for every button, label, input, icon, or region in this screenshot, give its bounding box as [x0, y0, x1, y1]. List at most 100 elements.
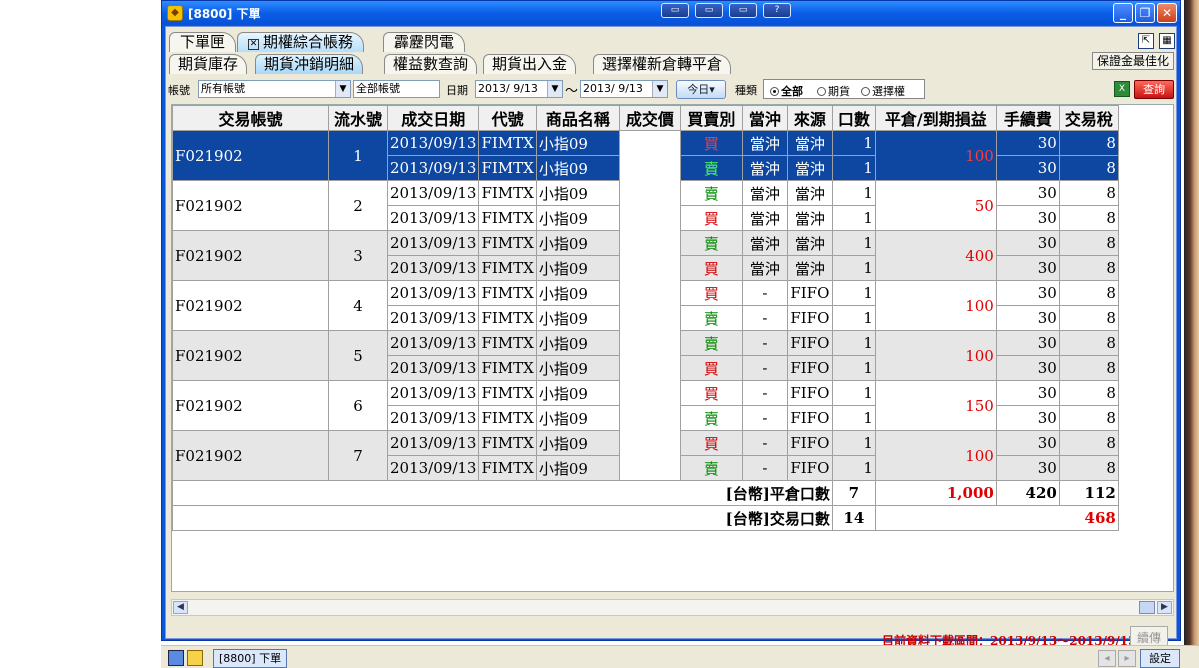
source-cell: 當沖 — [786, 230, 833, 256]
buy-sell-cell: 買 — [679, 355, 743, 381]
grid-table: 交易帳號 流水號 成交日期 代號 商品名稱 成交價 買賣別 當沖 來源 口數 平倉/到期損益 手續費交… — [172, 105, 1119, 531]
trade-date-cell: 2013/09/13 — [386, 455, 480, 481]
column-header[interactable]: 商品名稱 — [535, 105, 620, 131]
taskbar-next-button[interactable]: ▸ — [1118, 650, 1136, 667]
close-button[interactable]: ✕ — [1157, 3, 1177, 23]
layout-1-icon[interactable]: ▭ — [661, 3, 689, 18]
minimize-button[interactable]: _ — [1113, 3, 1133, 23]
layout-2-icon[interactable]: ▭ — [695, 3, 723, 18]
column-header[interactable]: 平倉/到期損益 — [874, 105, 997, 131]
qty-cell: 1 — [831, 380, 876, 406]
scroll-right-icon[interactable]: ▶ — [1157, 601, 1172, 614]
table-row[interactable]: F021902 1 2013/09/13 FIMTX 小指09 買當沖 當沖 1 100 30 8 — [172, 130, 1119, 481]
close-summary-label: [台幣]平倉口數 — [172, 480, 833, 506]
column-header[interactable]: 流水號 — [328, 105, 388, 131]
qty-cell: 1 — [831, 455, 876, 481]
close-pnl-cell: 400 — [874, 230, 997, 281]
maximize-button[interactable]: ❐ — [1135, 3, 1155, 23]
margin-optimize-button[interactable]: 保證金最佳化 — [1091, 52, 1174, 70]
tab-lightning[interactable]: 霹靂閃電 — [383, 32, 466, 52]
settings-button[interactable]: 設定 — [1140, 649, 1180, 668]
tab-label: 期權綜合帳務 — [263, 33, 354, 51]
excel-export-icon[interactable]: X — [1114, 81, 1130, 97]
account-select[interactable]: 所有帳號 ▼ — [198, 80, 351, 98]
symbol-cell: FIMTX — [478, 305, 537, 331]
buy-sell-cell: 賣 — [679, 330, 743, 356]
fee-cell: 30 — [995, 155, 1060, 181]
buy-sell-cell: 賣 — [679, 305, 743, 331]
chevron-down-icon[interactable]: ▼ — [335, 81, 350, 97]
help-icon[interactable]: ? — [763, 3, 791, 18]
date-to-picker[interactable]: 2013/ 9/13 ▼ — [580, 80, 668, 98]
column-header[interactable]: 代號 — [478, 105, 537, 131]
background-photo-edge — [1184, 0, 1199, 645]
split-panel-icon[interactable]: ▦ — [1159, 33, 1175, 49]
product-name-cell: 小指09 — [535, 230, 620, 256]
scroll-left-icon[interactable]: ◀ — [173, 601, 188, 614]
symbol-cell: FIMTX — [478, 130, 537, 156]
column-header[interactable]: 當沖 — [741, 105, 788, 131]
trade-date-cell: 2013/09/13 — [386, 155, 480, 181]
date-from-picker[interactable]: 2013/ 9/13 ▼ — [475, 80, 563, 98]
window-list-icon[interactable] — [168, 650, 184, 666]
horizontal-scrollbar[interactable]: ◀ ▶ — [171, 599, 1174, 616]
close-summary-qty: 7 — [831, 480, 876, 506]
source-cell: 當沖 — [786, 180, 833, 206]
seq-cell: 7 — [328, 430, 388, 481]
tab-order-box[interactable]: 下單匣 — [169, 32, 237, 52]
type-radio-futures[interactable]: 期貨 — [817, 83, 850, 99]
seq-cell: 1 — [328, 130, 388, 181]
product-name-cell: 小指09 — [535, 430, 620, 456]
title-bar[interactable]: ◆ [8800] 下單 ▭ ▭ ▭ ? _ ❐ ✕ — [162, 1, 1180, 25]
tab-account-summary[interactable]: ✕ 期權綜合帳務 — [237, 32, 365, 52]
type-radio-all[interactable]: 全部 — [770, 83, 803, 99]
type-radio-options[interactable]: 選擇權 — [861, 83, 905, 99]
seq-cell: 4 — [328, 280, 388, 331]
qty-cell: 1 — [831, 205, 876, 231]
column-header[interactable]: 口數 — [831, 105, 876, 131]
trade-date-cell: 2013/09/13 — [386, 255, 480, 281]
buy-sell-cell: 買 — [679, 380, 743, 406]
account-cell: F021902 — [172, 380, 329, 431]
trade-date-cell: 2013/09/13 — [386, 305, 480, 331]
window-title: [8800] 下單 — [188, 7, 261, 21]
product-name-cell: 小指09 — [535, 380, 620, 406]
subtab-option-convert[interactable]: 選擇權新倉轉平倉 — [593, 54, 732, 74]
scroll-thumb[interactable] — [1139, 601, 1155, 614]
taskbar-item-order[interactable]: [8800] 下單 — [213, 649, 288, 668]
daytrade-cell: 當沖 — [741, 230, 788, 256]
account-name-field[interactable]: 全部帳號 — [353, 80, 440, 98]
column-header[interactable]: 成交日期 — [386, 105, 480, 131]
chevron-down-icon[interactable]: ▼ — [547, 81, 562, 97]
query-button[interactable]: 查詢 — [1134, 80, 1174, 99]
qty-cell: 1 — [831, 230, 876, 256]
layout-3-icon[interactable]: ▭ — [729, 3, 757, 18]
column-header[interactable]: 成交價 — [618, 105, 681, 131]
seq-cell: 2 — [328, 180, 388, 231]
fee-cell: 30 — [995, 430, 1060, 456]
grid-header-row: 交易帳號 流水號 成交日期 代號 商品名稱 成交價 買賣別 當沖 來源 口數 平倉/到期損益 手續費交… — [172, 105, 1119, 131]
tab-close-icon[interactable]: ✕ — [248, 39, 259, 50]
subtab-futures-position[interactable]: 期貨庫存 — [169, 54, 248, 74]
column-header[interactable]: 交易帳號 — [172, 105, 329, 131]
product-name-cell: 小指09 — [535, 330, 620, 356]
seq-cell: 6 — [328, 380, 388, 431]
radio-unchecked-icon — [817, 87, 826, 96]
subtab-equity-query[interactable]: 權益數查詢 — [384, 54, 478, 74]
subtab-futures-offset-detail[interactable]: 期貨沖銷明細 — [255, 54, 364, 74]
close-pnl-cell: 100 — [874, 280, 997, 331]
tax-cell: 8 — [1058, 455, 1119, 481]
product-name-cell: 小指09 — [535, 180, 620, 206]
folder-icon[interactable] — [187, 650, 203, 666]
column-header[interactable]: 來源 — [786, 105, 833, 131]
column-header[interactable]: 買賣別 — [679, 105, 743, 131]
taskbar-prev-button[interactable]: ◂ — [1098, 650, 1116, 667]
column-header[interactable]: 交易稅 — [1058, 105, 1119, 131]
fee-cell: 30 — [995, 355, 1060, 381]
today-button[interactable]: 今日▾ — [676, 80, 726, 99]
column-header[interactable]: 手續費 — [995, 105, 1060, 131]
subtab-futures-funds[interactable]: 期貨出入金 — [483, 54, 577, 74]
restore-panel-icon[interactable]: ⇱ — [1138, 33, 1154, 49]
chevron-down-icon[interactable]: ▼ — [652, 81, 667, 97]
qty-cell: 1 — [831, 405, 876, 431]
